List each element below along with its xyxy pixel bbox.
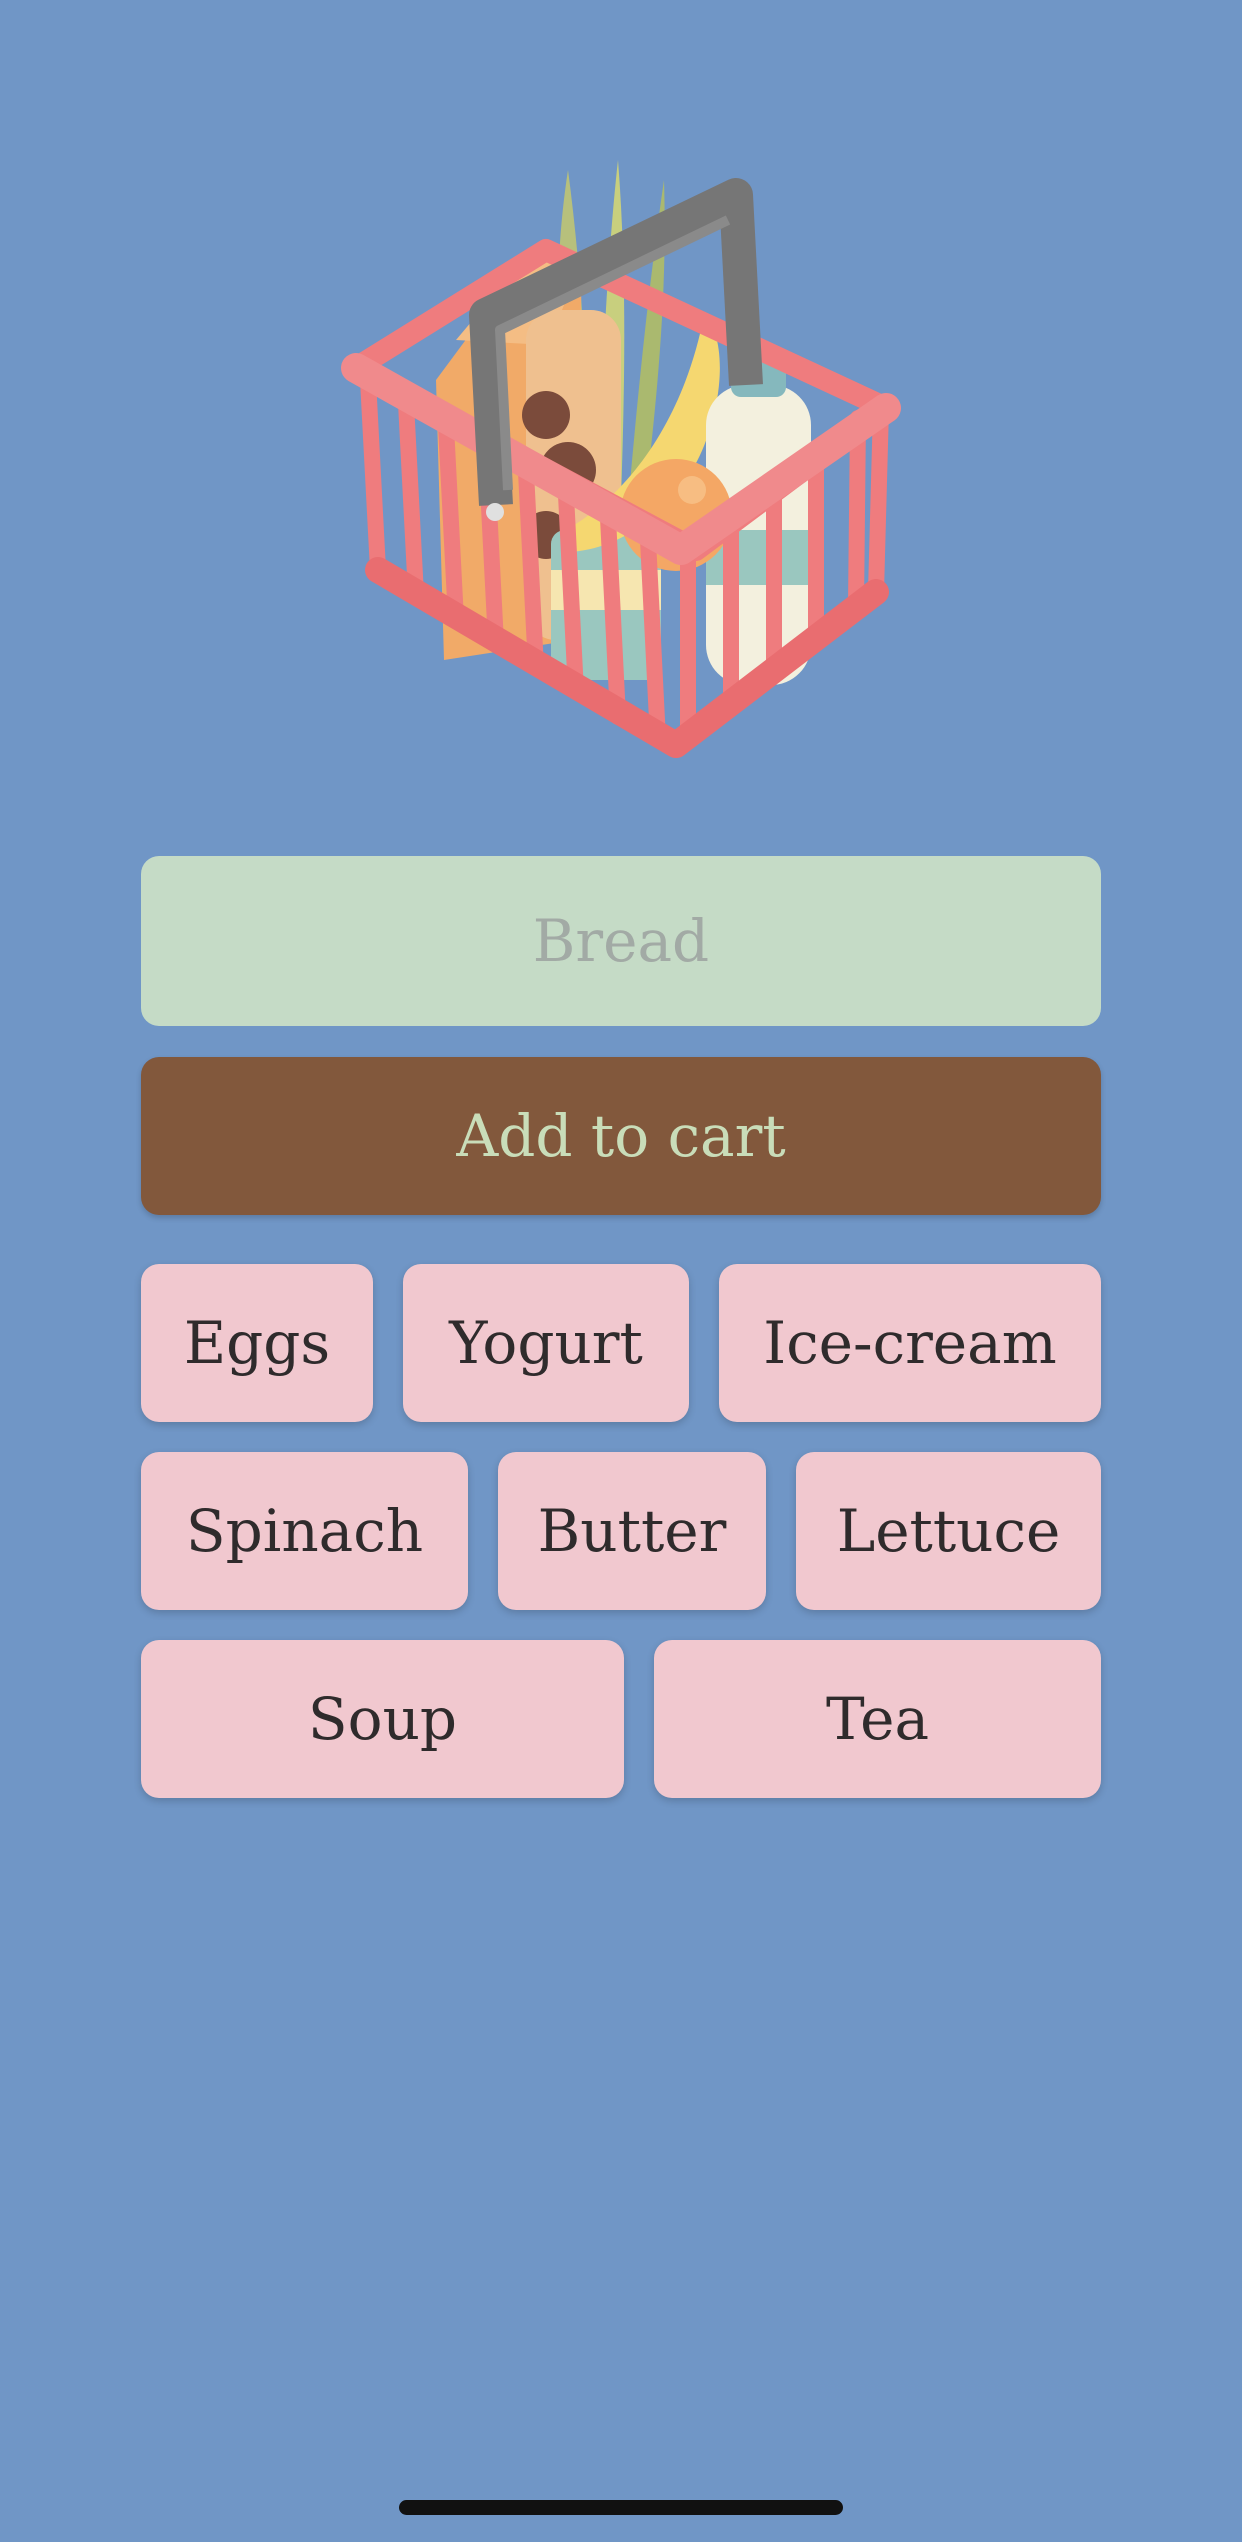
suggestion-chip-eggs[interactable]: Eggs [141, 1264, 373, 1422]
suggestion-chip-tea[interactable]: Tea [654, 1640, 1101, 1798]
suggestion-chip-lettuce[interactable]: Lettuce [796, 1452, 1101, 1610]
suggestion-row-2: Spinach Butter Lettuce [141, 1452, 1101, 1610]
home-indicator[interactable] [399, 2500, 843, 2515]
suggestion-row-1: Eggs Yogurt Ice-cream [141, 1264, 1101, 1422]
suggestion-chip-yogurt[interactable]: Yogurt [403, 1264, 689, 1422]
grocery-basket-illustration [336, 140, 906, 760]
suggestion-chip-ice-cream[interactable]: Ice-cream [719, 1264, 1101, 1422]
item-input[interactable] [141, 856, 1101, 1026]
suggestion-chip-soup[interactable]: Soup [141, 1640, 624, 1798]
suggestion-row-3: Soup Tea [141, 1640, 1101, 1798]
suggestion-chip-butter[interactable]: Butter [498, 1452, 766, 1610]
add-to-cart-button[interactable]: Add to cart [141, 1057, 1101, 1215]
suggestion-chips: Eggs Yogurt Ice-cream Spinach Butter Let… [141, 1264, 1101, 1828]
suggestion-chip-spinach[interactable]: Spinach [141, 1452, 468, 1610]
